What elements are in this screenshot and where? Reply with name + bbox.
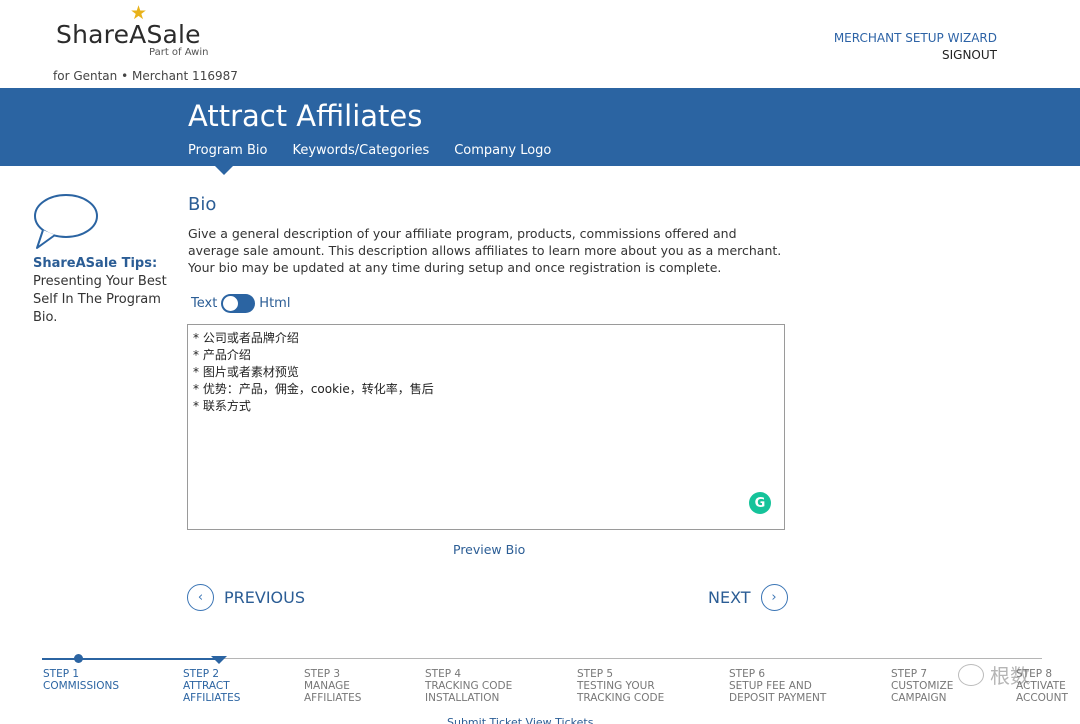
speech-bubble-icon — [34, 194, 98, 249]
step-number: STEP 5 — [577, 668, 614, 680]
step-5[interactable]: STEP 5 TESTING YOUR TRACKING CODE — [577, 668, 677, 704]
subnav: Program Bio Keywords/Categories Company … — [188, 143, 551, 158]
bio-section: Bio Give a general description of your a… — [188, 194, 788, 276]
format-toggle-row: Text Html — [191, 294, 290, 313]
signout-link[interactable]: SIGNOUT — [834, 47, 997, 64]
editor-line: * 图片或者素材预览 — [193, 365, 299, 379]
step-number: STEP 4 — [425, 668, 462, 680]
preview-bio-link[interactable]: Preview Bio — [453, 542, 525, 557]
merchant-info: for Gentan • Merchant 116987 — [53, 69, 238, 83]
page-title: Attract Affiliates — [188, 99, 423, 133]
toggle-knob — [223, 296, 239, 311]
tab-company-logo[interactable]: Company Logo — [454, 143, 551, 158]
step-1[interactable]: STEP 1 COMMISSIONS — [43, 668, 133, 692]
editor-line: * 公司或者品牌介绍 — [193, 331, 299, 345]
grammarly-icon[interactable]: G — [749, 492, 771, 514]
editor-line: * 联系方式 — [193, 399, 251, 413]
watermark-text: 根数 — [990, 664, 1030, 688]
step-number: STEP 1 — [43, 668, 80, 680]
step-label: SETUP FEE AND DEPOSIT PAYMENT — [729, 680, 827, 704]
tips-text: Presenting Your Best Self In The Program… — [33, 274, 167, 325]
top-links: MERCHANT SETUP WIZARD SIGNOUT — [834, 30, 997, 64]
support-links[interactable]: Submit Ticket View Tickets — [447, 716, 593, 724]
toggle-label-html: Html — [259, 296, 291, 311]
step-number: STEP 6 — [729, 668, 766, 680]
page-banner: Attract Affiliates Program Bio Keywords/… — [0, 88, 1080, 166]
bio-title: Bio — [188, 194, 217, 215]
bio-description: Give a general description of your affil… — [188, 226, 782, 275]
active-tab-pointer — [215, 166, 233, 175]
step-3[interactable]: STEP 3 MANAGE AFFILIATES — [304, 668, 374, 704]
step-label: COMMISSIONS — [43, 680, 120, 692]
toggle-label-text: Text — [191, 296, 218, 311]
next-button[interactable]: NEXT › — [708, 584, 788, 611]
step-label: TRACKING CODE INSTALLATION — [425, 680, 513, 704]
chevron-left-icon: ‹ — [187, 584, 214, 611]
chevron-right-icon: › — [760, 584, 788, 611]
editor-line: * 产品介绍 — [193, 348, 251, 362]
step-label: TESTING YOUR TRACKING CODE — [577, 680, 665, 704]
previous-button[interactable]: ‹ PREVIOUS — [187, 584, 305, 611]
logo-name: ShareASale — [56, 20, 201, 49]
step-label: CUSTOMIZE CAMPAIGN — [891, 680, 954, 704]
tab-keywords-categories[interactable]: Keywords/Categories — [292, 143, 429, 158]
previous-label: PREVIOUS — [224, 588, 305, 607]
step-complete-dot — [74, 654, 83, 663]
step-label: MANAGE AFFILIATES — [304, 680, 362, 704]
steps-progress — [42, 658, 219, 660]
current-step-indicator — [211, 656, 227, 664]
step-6[interactable]: STEP 6 SETUP FEE AND DEPOSIT PAYMENT — [729, 668, 839, 704]
merchant-setup-wizard-link[interactable]: MERCHANT SETUP WIZARD — [834, 30, 997, 47]
sharesale-logo[interactable]: ★ ShareASale Part of Awin — [56, 4, 216, 62]
step-2[interactable]: STEP 2 ATTRACT AFFILIATES — [183, 668, 253, 704]
logo-subtitle: Part of Awin — [149, 47, 209, 58]
next-label: NEXT — [708, 588, 751, 607]
bio-editor[interactable]: * 公司或者品牌介绍 * 产品介绍 * 图片或者素材预览 * 优势：产品，佣金，… — [187, 324, 785, 530]
text-html-toggle[interactable] — [221, 294, 256, 313]
editor-line: * 优势：产品，佣金，cookie，转化率，售后 — [193, 382, 434, 396]
step-number: STEP 3 — [304, 668, 341, 680]
step-label: ATTRACT AFFILIATES — [183, 680, 241, 704]
wechat-icon — [958, 664, 984, 686]
tips-title: ShareASale Tips: — [33, 256, 158, 271]
step-number: STEP 7 — [891, 668, 928, 680]
step-number: STEP 2 — [183, 668, 220, 680]
step-7[interactable]: STEP 7 CUSTOMIZE CAMPAIGN — [891, 668, 963, 704]
step-4[interactable]: STEP 4 TRACKING CODE INSTALLATION — [425, 668, 525, 704]
tab-program-bio[interactable]: Program Bio — [188, 143, 267, 158]
tips-panel: ShareASale Tips: Presenting Your Best Se… — [33, 192, 173, 327]
